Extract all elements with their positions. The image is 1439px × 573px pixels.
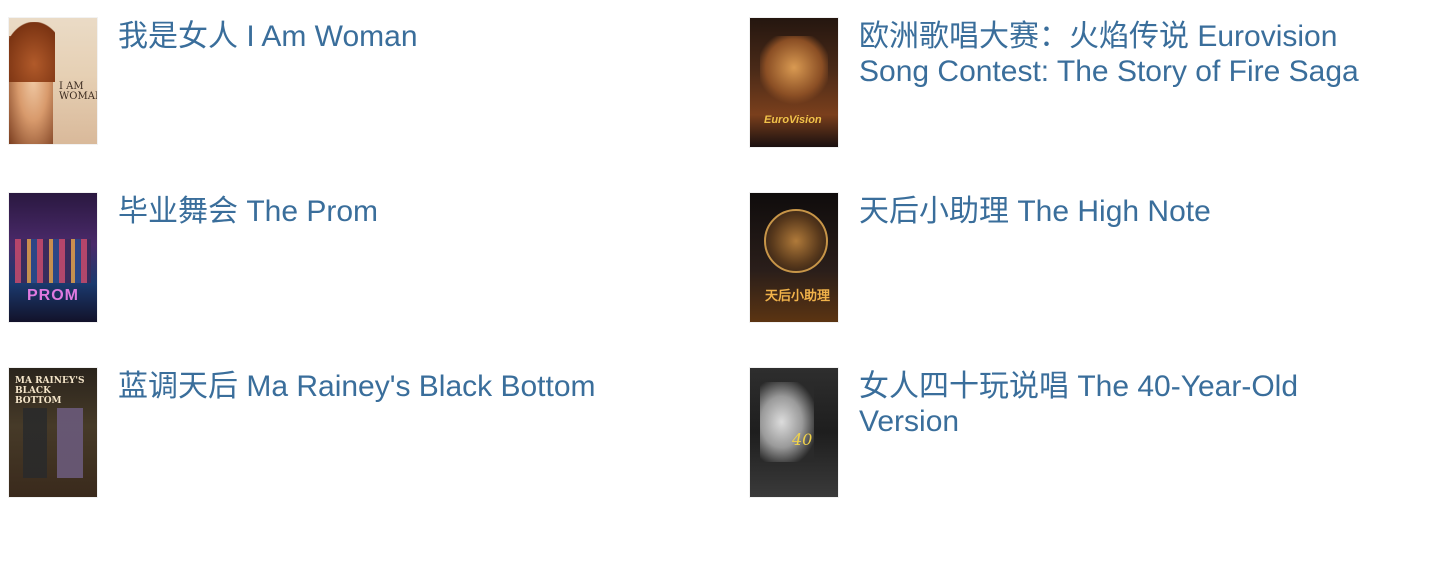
movie-title-link[interactable]: 欧洲歌唱大赛：火焰传说 Eurovision Song Contest: The…: [859, 19, 1359, 89]
movie-item-ma-raineys-black-bottom[interactable]: MA RAINEY'S BLACK BOTTOM 蓝调天后 Ma Rainey'…: [9, 368, 596, 497]
movie-title-link[interactable]: 女人四十玩说唱 The 40-Year-Old Version: [859, 369, 1359, 439]
movie-item-the-high-note[interactable]: 天后小助理 天后小助理 The High Note: [750, 193, 1211, 322]
poster-title-text: I AM WOMAN: [59, 81, 97, 102]
movie-title-link[interactable]: 蓝调天后 Ma Rainey's Black Bottom: [118, 369, 596, 404]
movie-title-link[interactable]: 我是女人 I Am Woman: [118, 19, 418, 54]
movie-poster-icon[interactable]: EuroVision: [750, 18, 838, 147]
movie-title-link[interactable]: 毕业舞会 The Prom: [118, 194, 378, 229]
poster-title-text: PROM: [27, 287, 79, 304]
movie-poster-icon[interactable]: MA RAINEY'S BLACK BOTTOM: [9, 368, 97, 497]
movie-poster-icon[interactable]: 天后小助理: [750, 193, 838, 322]
movie-poster-icon[interactable]: PROM: [9, 193, 97, 322]
poster-title-text: 40: [792, 430, 813, 449]
movie-poster-icon[interactable]: 40: [750, 368, 838, 497]
movie-item-i-am-woman[interactable]: I AM WOMAN 我是女人 I Am Woman: [9, 18, 418, 144]
movie-item-40-year-old-version[interactable]: 40 女人四十玩说唱 The 40-Year-Old Version: [750, 368, 1359, 497]
poster-title-text: 天后小助理: [765, 288, 831, 303]
movie-item-the-prom[interactable]: PROM 毕业舞会 The Prom: [9, 193, 378, 322]
movie-poster-icon[interactable]: I AM WOMAN: [9, 18, 97, 144]
movie-grid: I AM WOMAN 我是女人 I Am Woman EuroVision 欧洲…: [0, 0, 1439, 573]
poster-title-text: EuroVision: [764, 114, 822, 126]
movie-title-link[interactable]: 天后小助理 The High Note: [859, 194, 1211, 229]
poster-title-text: MA RAINEY'S BLACK BOTTOM: [15, 376, 85, 406]
movie-item-eurovision[interactable]: EuroVision 欧洲歌唱大赛：火焰传说 Eurovision Song C…: [750, 18, 1359, 147]
